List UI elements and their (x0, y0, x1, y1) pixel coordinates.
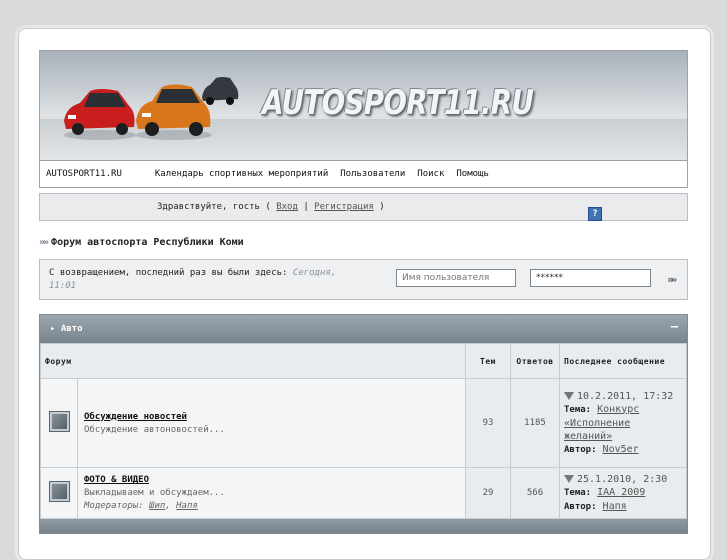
forum-replies-count: 566 (511, 468, 559, 518)
last-post-author[interactable]: Nov5er (603, 444, 639, 455)
greeting-prefix: Здравствуйте, гость ( (157, 202, 271, 212)
menu-item-search[interactable]: Поиск (417, 169, 444, 179)
forum-name[interactable]: ФОТО & ВИДЕО (84, 475, 459, 485)
register-link[interactable]: Регистрация (314, 202, 374, 212)
forum-info: ФОТО & ВИДЕО Выкладываем и обсуждаем... … (78, 468, 465, 518)
last-post-topic[interactable]: IAA 2009 (597, 487, 645, 498)
welcome-label: С возвращением, последний раз вы были зд… (49, 268, 288, 278)
breadcrumb-title[interactable]: Форум автоспорта Республики Коми (51, 237, 244, 248)
menu-item-help[interactable]: Помощь (456, 169, 489, 179)
category-title-text: Авто (60, 324, 83, 334)
last-post-arrow-icon[interactable] (564, 474, 574, 483)
moderator-link[interactable]: Шип (149, 501, 165, 511)
category-block: ▸ Авто – Форум Тем Ответов Последнее соо… (39, 314, 688, 534)
category-footer (40, 519, 687, 533)
column-header-forum: Форум (41, 344, 465, 378)
forum-topics-count: 93 (466, 379, 510, 467)
forum-table: Форум Тем Ответов Последнее сообщение Об… (40, 343, 687, 519)
forum-status-icon (48, 411, 70, 432)
forum-status-icon-cell (41, 379, 77, 467)
red-car-image (64, 89, 136, 140)
greeting-suffix: ) (379, 202, 385, 212)
last-post-author[interactable]: Напя (603, 501, 627, 512)
category-title[interactable]: ▸ Авто (50, 324, 83, 334)
table-row: ФОТО & ВИДЕО Выкладываем и обсуждаем... … (41, 468, 686, 518)
moderator-link[interactable]: Напя (176, 501, 198, 511)
header-banner: AUTOSPORT11.RU (39, 50, 688, 161)
login-bar: С возвращением, последний раз вы были зд… (39, 259, 688, 300)
help-icon[interactable]: ? (588, 207, 602, 221)
password-input[interactable] (530, 269, 651, 287)
column-header-replies: Ответов (511, 344, 559, 378)
greeting-bar: Здравствуйте, гость ( Вход | Регистрация… (39, 193, 688, 221)
column-header-topics: Тем (466, 344, 510, 378)
welcome-text: С возвращением, последний раз вы были зд… (49, 268, 336, 278)
dark-car-image (202, 77, 239, 105)
breadcrumb-arrows-icon: »» (39, 236, 49, 248)
forum-wrapper: AUTOSPORT11.RU AUTOSPORT11.RU Календарь … (39, 50, 688, 534)
username-input[interactable] (396, 269, 516, 287)
login-submit-arrow-icon[interactable]: »» (667, 273, 677, 286)
last-post-date: 25.1.2010, 2:30 (577, 473, 668, 485)
forum-name[interactable]: Обсуждение новостей (84, 412, 459, 422)
forum-description: Обсуждение автоновостей... (84, 424, 225, 435)
forum-last-post: 25.1.2010, 2:30 Тема: IAA 2009 Автор: На… (560, 468, 686, 518)
forum-topics-count: 29 (466, 468, 510, 518)
category-header: ▸ Авто – (40, 315, 687, 343)
column-header-last-post: Последнее сообщение (560, 344, 686, 378)
forum-status-icon-cell (41, 468, 77, 518)
table-header-row: Форум Тем Ответов Последнее сообщение (41, 344, 686, 378)
menu-site-title[interactable]: AUTOSPORT11.RU (46, 169, 122, 179)
forum-moderators: Модераторы: Шип, Напя (84, 501, 198, 511)
last-post-topic-label: Тема: (564, 487, 592, 498)
main-menu: AUTOSPORT11.RU Календарь спортивных меро… (39, 161, 688, 188)
moderators-label: Модераторы: (84, 501, 144, 511)
forum-replies-count: 1185 (511, 379, 559, 467)
forum-info: Обсуждение новостей Обсуждение автоновос… (78, 379, 465, 467)
table-row: Обсуждение новостей Обсуждение автоновос… (41, 379, 686, 467)
collapse-icon[interactable]: – (671, 319, 678, 333)
last-visit-time: 11:01 (49, 281, 77, 291)
greeting-text: Здравствуйте, гость ( Вход | Регистрация… (157, 202, 385, 212)
login-link[interactable]: Вход (276, 202, 298, 212)
last-visit-day: Сегодня, (292, 268, 337, 278)
last-post-author-label: Автор: (564, 444, 597, 455)
last-post-topic-label: Тема: (564, 404, 592, 415)
site-logo: AUTOSPORT11.RU (262, 83, 534, 123)
forum-last-post: 10.2.2011, 17:32 Тема: Конкурс «Исполнен… (560, 379, 686, 467)
forum-status-icon (48, 481, 70, 502)
menu-item-users[interactable]: Пользователи (340, 169, 405, 179)
forum-description: Выкладываем и обсуждаем... (84, 488, 225, 498)
greeting-separator: | (303, 202, 309, 212)
last-post-arrow-icon[interactable] (564, 391, 574, 400)
last-post-date: 10.2.2011, 17:32 (577, 390, 674, 402)
last-post-author-label: Автор: (564, 501, 597, 512)
menu-item-calendar[interactable]: Календарь спортивных мероприятий (155, 169, 328, 179)
breadcrumb: »» Форум автоспорта Республики Коми (39, 235, 688, 249)
